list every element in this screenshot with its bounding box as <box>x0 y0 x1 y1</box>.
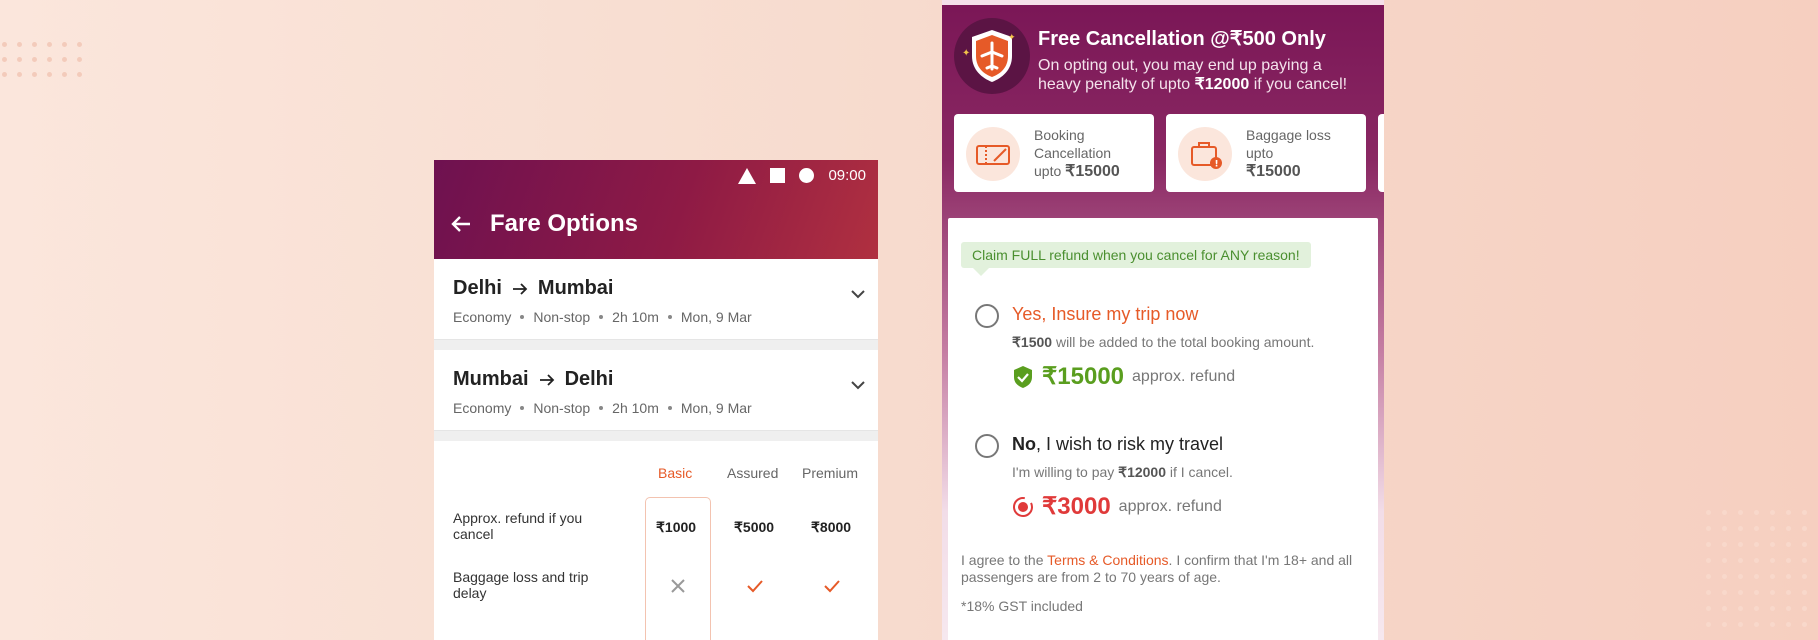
option-yes-title[interactable]: Yes, Insure my trip now <box>1012 304 1198 325</box>
date: Mon, 9 Mar <box>680 400 752 416</box>
row-label-baggage: Baggage loss and trip delay <box>453 569 589 601</box>
card-amount: ₹15000 <box>1065 163 1120 180</box>
route-to: Delhi <box>564 368 614 390</box>
option-yes-refund: ₹15000 approx. refund <box>1012 362 1235 391</box>
stop-icon <box>770 168 786 183</box>
status-time: 09:00 <box>828 167 866 184</box>
fare-table: Basic Assured Premium Approx. refund if … <box>434 441 878 640</box>
benefit-card-partial <box>1378 114 1384 192</box>
route-to: Mumbai <box>537 277 614 299</box>
stops: Non-stop <box>533 400 591 416</box>
status-bar: 09:00 <box>738 167 866 184</box>
terms-text: I agree to the Terms & Conditions. I con… <box>961 552 1353 585</box>
option-yes-subtext: ₹1500 will be added to the total booking… <box>1012 334 1315 350</box>
svg-text:✦: ✦ <box>1008 33 1016 43</box>
chevron-down-icon[interactable] <box>850 380 866 390</box>
decorative-dots-right <box>1706 510 1818 627</box>
radio-yes[interactable] <box>975 304 999 328</box>
route-meta: Economy Non-stop 2h 10m Mon, 9 Mar <box>453 309 859 325</box>
column-premium[interactable]: Premium <box>802 465 858 481</box>
svg-text:✦: ✦ <box>962 48 970 59</box>
radio-no[interactable] <box>975 434 999 458</box>
arrow-right-icon <box>539 373 554 386</box>
top-strip <box>942 0 1384 5</box>
record-icon <box>799 168 815 183</box>
check-icon <box>747 580 763 593</box>
row-label-refund: Approx. refund if you cancel <box>453 510 583 542</box>
insurance-subheading: On opting out, you may end up paying a h… <box>1038 57 1348 93</box>
card-amount: ₹15000 <box>1246 163 1301 180</box>
card-line3: upto <box>1034 163 1062 179</box>
page-title: Fare Options <box>490 210 639 237</box>
route-meta: Economy Non-stop 2h 10m Mon, 9 Mar <box>453 400 859 416</box>
signal-icon <box>738 167 757 184</box>
route-from: Delhi <box>453 277 502 299</box>
red-rupee-alert-icon <box>1013 496 1033 517</box>
cabin-class: Economy <box>453 400 512 416</box>
divider <box>434 340 878 350</box>
column-assured[interactable]: Assured <box>727 465 778 481</box>
app-header: 09:00 Fare Options <box>434 160 878 259</box>
green-shield-check-icon <box>1014 365 1032 388</box>
claim-tooltip: Claim FULL refund when you cancel for AN… <box>961 242 1311 276</box>
option-no-refund: ₹3000 approx. refund <box>1012 492 1222 521</box>
refund-label: approx. refund <box>1132 367 1236 385</box>
route-card-return[interactable]: Mumbai Delhi Economy Non-stop 2h 10m Mon… <box>434 350 878 431</box>
cancelled-ticket-icon <box>966 127 1020 181</box>
decorative-dots-left <box>2 42 82 77</box>
card-line1: Baggage loss <box>1246 127 1331 143</box>
duration: 2h 10m <box>612 400 659 416</box>
cabin-class: Economy <box>453 309 512 325</box>
baggage-alert-icon: ! <box>1178 127 1232 181</box>
refund-amount: ₹15000 <box>1042 363 1125 390</box>
svg-text:!: ! <box>1215 160 1219 170</box>
assured-refund-value: ₹5000 <box>734 519 775 535</box>
shield-plane-icon: ✦ ✦ <box>954 18 1030 94</box>
insurance-heading: Free Cancellation @₹500 Only <box>1038 28 1326 50</box>
insurance-options-panel: Claim FULL refund when you cancel for AN… <box>948 218 1378 640</box>
gst-note: *18% GST included <box>961 598 1083 614</box>
divider <box>434 431 878 441</box>
date: Mon, 9 Mar <box>680 309 752 325</box>
stops: Non-stop <box>533 309 591 325</box>
column-basic[interactable]: Basic <box>658 465 692 481</box>
card-line2: Cancellation <box>1034 145 1112 161</box>
refund-label: approx. refund <box>1118 497 1222 515</box>
arrow-right-icon <box>512 282 528 295</box>
back-arrow-icon[interactable] <box>450 213 472 235</box>
benefit-cards: Booking Cancellation upto ₹15000 ! Bagga… <box>954 114 1384 192</box>
option-no-title[interactable]: No, I wish to risk my travel <box>1012 434 1223 455</box>
premium-refund-value: ₹8000 <box>811 519 852 535</box>
refund-amount: ₹3000 <box>1042 493 1111 520</box>
fare-options-screen: 09:00 Fare Options Delhi Mumbai Economy … <box>434 160 878 640</box>
chevron-down-icon[interactable] <box>850 289 866 299</box>
insurance-screen: ✦ ✦ Free Cancellation @₹500 Only On opti… <box>942 0 1384 640</box>
benefit-card-cancellation: Booking Cancellation upto ₹15000 <box>954 114 1154 192</box>
benefit-card-baggage: ! Baggage loss upto ₹15000 <box>1166 114 1366 192</box>
check-icon <box>824 580 840 593</box>
card-line1: Booking <box>1034 127 1085 143</box>
basic-refund-value: ₹1000 <box>656 519 697 535</box>
route-from: Mumbai <box>453 368 529 390</box>
cross-icon <box>671 579 685 593</box>
route-card-outbound[interactable]: Delhi Mumbai Economy Non-stop 2h 10m Mon… <box>434 259 878 340</box>
terms-link[interactable]: Terms & Conditions <box>1047 552 1168 568</box>
card-line2: upto <box>1246 145 1274 161</box>
duration: 2h 10m <box>612 309 659 325</box>
option-no-subtext: I'm willing to pay ₹12000 if I cancel. <box>1012 464 1233 480</box>
